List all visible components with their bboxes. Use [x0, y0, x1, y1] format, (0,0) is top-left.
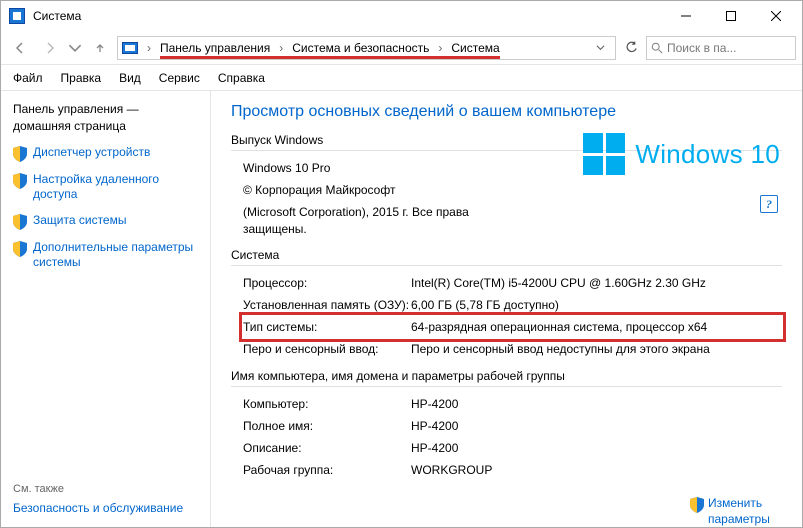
windows-logo: Windows 10: [583, 133, 780, 175]
description-value: HP-4200: [411, 440, 782, 456]
windows-logo-icon: [583, 133, 625, 175]
section-system: Система: [231, 248, 782, 266]
menu-view[interactable]: Вид: [119, 71, 141, 85]
sidebar-item-security[interactable]: Безопасность и обслуживание: [13, 501, 198, 517]
app-icon: [9, 8, 25, 24]
workgroup-label: Рабочая группа:: [243, 462, 411, 478]
sidebar-item-device-manager[interactable]: Диспетчер устройств: [13, 145, 198, 162]
menu-help[interactable]: Справка: [218, 71, 265, 85]
system-type-label: Тип системы:: [243, 319, 411, 335]
sidebar-item-advanced[interactable]: Дополнительные параметры системы: [13, 240, 198, 271]
chevron-right-icon: ›: [144, 41, 154, 55]
workgroup-value: WORKGROUP: [411, 462, 782, 478]
control-panel-icon: [122, 42, 138, 54]
search-placeholder: Поиск в па...: [667, 41, 736, 55]
shield-icon: [13, 146, 27, 162]
sidebar-item-label: Защита системы: [33, 213, 126, 229]
computer-name-label: Компьютер:: [243, 396, 411, 412]
help-button[interactable]: ?: [760, 195, 778, 213]
menu-file[interactable]: Файл: [13, 71, 43, 85]
ram-value: 6,00 ГБ (5,78 ГБ доступно): [411, 297, 782, 313]
page-title: Просмотр основных сведений о вашем компь…: [231, 103, 782, 121]
sidebar-item-remote[interactable]: Настройка удаленного доступа: [13, 172, 198, 203]
change-settings-label: Изменить параметры: [708, 496, 780, 527]
full-name-value: HP-4200: [411, 418, 782, 434]
shield-icon: [690, 497, 704, 513]
full-name-label: Полное имя:: [243, 418, 411, 434]
breadcrumb-item[interactable]: Система и безопасность: [292, 41, 429, 55]
sidebar-item-protection[interactable]: Защита системы: [13, 213, 198, 230]
search-input[interactable]: Поиск в па...: [646, 36, 796, 60]
close-button[interactable]: [753, 2, 798, 30]
sidebar-item-label: Диспетчер устройств: [33, 145, 150, 161]
menubar: Файл Правка Вид Сервис Справка: [1, 65, 802, 91]
maximize-button[interactable]: [708, 2, 753, 30]
description-label: Описание:: [243, 440, 411, 456]
breadcrumb-item[interactable]: Панель управления: [160, 41, 270, 55]
menu-edit[interactable]: Правка: [61, 71, 102, 85]
minimize-button[interactable]: [663, 2, 708, 30]
window-title: Система: [33, 9, 81, 23]
chevron-right-icon: ›: [435, 41, 445, 55]
shield-icon: [13, 214, 27, 230]
section-domain: Имя компьютера, имя домена и параметры р…: [231, 369, 782, 387]
main-panel: Просмотр основных сведений о вашем компь…: [211, 91, 802, 527]
search-icon: [651, 42, 663, 54]
see-also-label: См. также: [13, 483, 198, 495]
recent-dropdown[interactable]: [67, 35, 83, 61]
breadcrumb-item[interactable]: Система: [451, 41, 499, 55]
refresh-button[interactable]: [620, 37, 642, 59]
shield-icon: [13, 173, 27, 189]
processor-value: Intel(R) Core(TM) i5-4200U CPU @ 1.60GHz…: [411, 275, 782, 291]
up-button[interactable]: [87, 35, 113, 61]
processor-label: Процессор:: [243, 275, 411, 291]
menu-tools[interactable]: Сервис: [159, 71, 200, 85]
windows-logo-text: Windows 10: [635, 139, 780, 170]
back-button[interactable]: [7, 35, 33, 61]
address-dropdown[interactable]: [589, 37, 611, 59]
copyright-line: (Microsoft Corporation), 2015 г. Все пра…: [243, 204, 523, 236]
pen-touch-label: Перо и сенсорный ввод:: [243, 341, 411, 357]
computer-name-value: HP-4200: [411, 396, 782, 412]
ram-label: Установленная память (ОЗУ):: [243, 297, 411, 313]
sidebar: Панель управления — домашняя страница Ди…: [1, 91, 211, 527]
change-settings-link[interactable]: Изменить параметры: [690, 496, 780, 527]
sidebar-item-label: Дополнительные параметры системы: [33, 240, 198, 271]
forward-button[interactable]: [37, 35, 63, 61]
titlebar: Система: [1, 1, 802, 31]
system-type-value: 64-разрядная операционная система, проце…: [411, 319, 782, 335]
address-bar: › Панель управления › Система и безопасн…: [1, 31, 802, 65]
shield-icon: [13, 241, 27, 257]
sidebar-item-label: Безопасность и обслуживание: [13, 501, 183, 517]
breadcrumb[interactable]: › Панель управления › Система и безопасн…: [117, 36, 616, 60]
sidebar-item-label: Настройка удаленного доступа: [33, 172, 198, 203]
copyright-line: © Корпорация Майкрософт: [243, 182, 782, 198]
pen-touch-value: Перо и сенсорный ввод недоступны для это…: [411, 341, 782, 357]
control-panel-home-link[interactable]: Панель управления — домашняя страница: [13, 101, 198, 135]
chevron-right-icon: ›: [276, 41, 286, 55]
